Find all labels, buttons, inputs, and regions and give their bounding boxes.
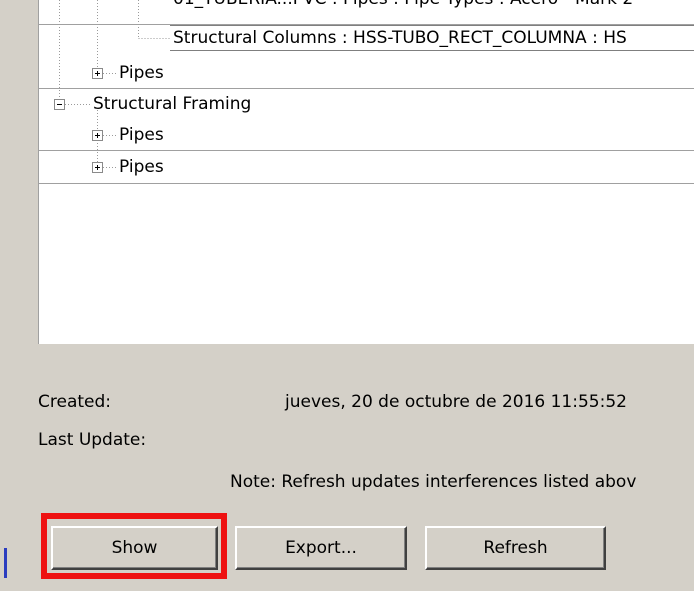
window-edge-accent: [4, 548, 7, 578]
created-label: Created:: [38, 392, 112, 412]
tree-node-structural-columns[interactable]: Structural Columns : HSS-TUBO_RECT_COLUM…: [173, 28, 627, 48]
last-update-label: Last Update:: [38, 430, 147, 450]
tree-node-pipes[interactable]: Pipes: [119, 157, 164, 177]
expand-plus-icon[interactable]: [92, 162, 103, 173]
expand-plus-icon[interactable]: [92, 68, 103, 79]
refresh-note: Note: Refresh updates interferences list…: [230, 472, 637, 492]
tree-node-structural-framing[interactable]: Structural Framing: [93, 94, 251, 114]
refresh-button[interactable]: Refresh: [425, 526, 606, 570]
tree-node-clipped[interactable]: 01_TUBERIA...PVC : Pipes : Pipe Types : …: [173, 0, 633, 9]
row-separator: [39, 183, 694, 184]
export-button[interactable]: Export...: [235, 526, 407, 570]
row-separator: [39, 150, 694, 151]
collapse-minus-icon[interactable]: [54, 99, 65, 110]
row-separator: [39, 88, 694, 89]
tree-node-pipes[interactable]: Pipes: [119, 125, 164, 145]
show-button[interactable]: Show: [51, 526, 218, 570]
interference-tree[interactable]: 01_TUBERIA...PVC : Pipes : Pipe Types : …: [38, 0, 694, 344]
created-value: jueves, 20 de octubre de 2016 11:55:52: [285, 392, 627, 412]
expand-plus-icon[interactable]: [92, 130, 103, 141]
tree-node-pipes[interactable]: Pipes: [119, 63, 164, 83]
